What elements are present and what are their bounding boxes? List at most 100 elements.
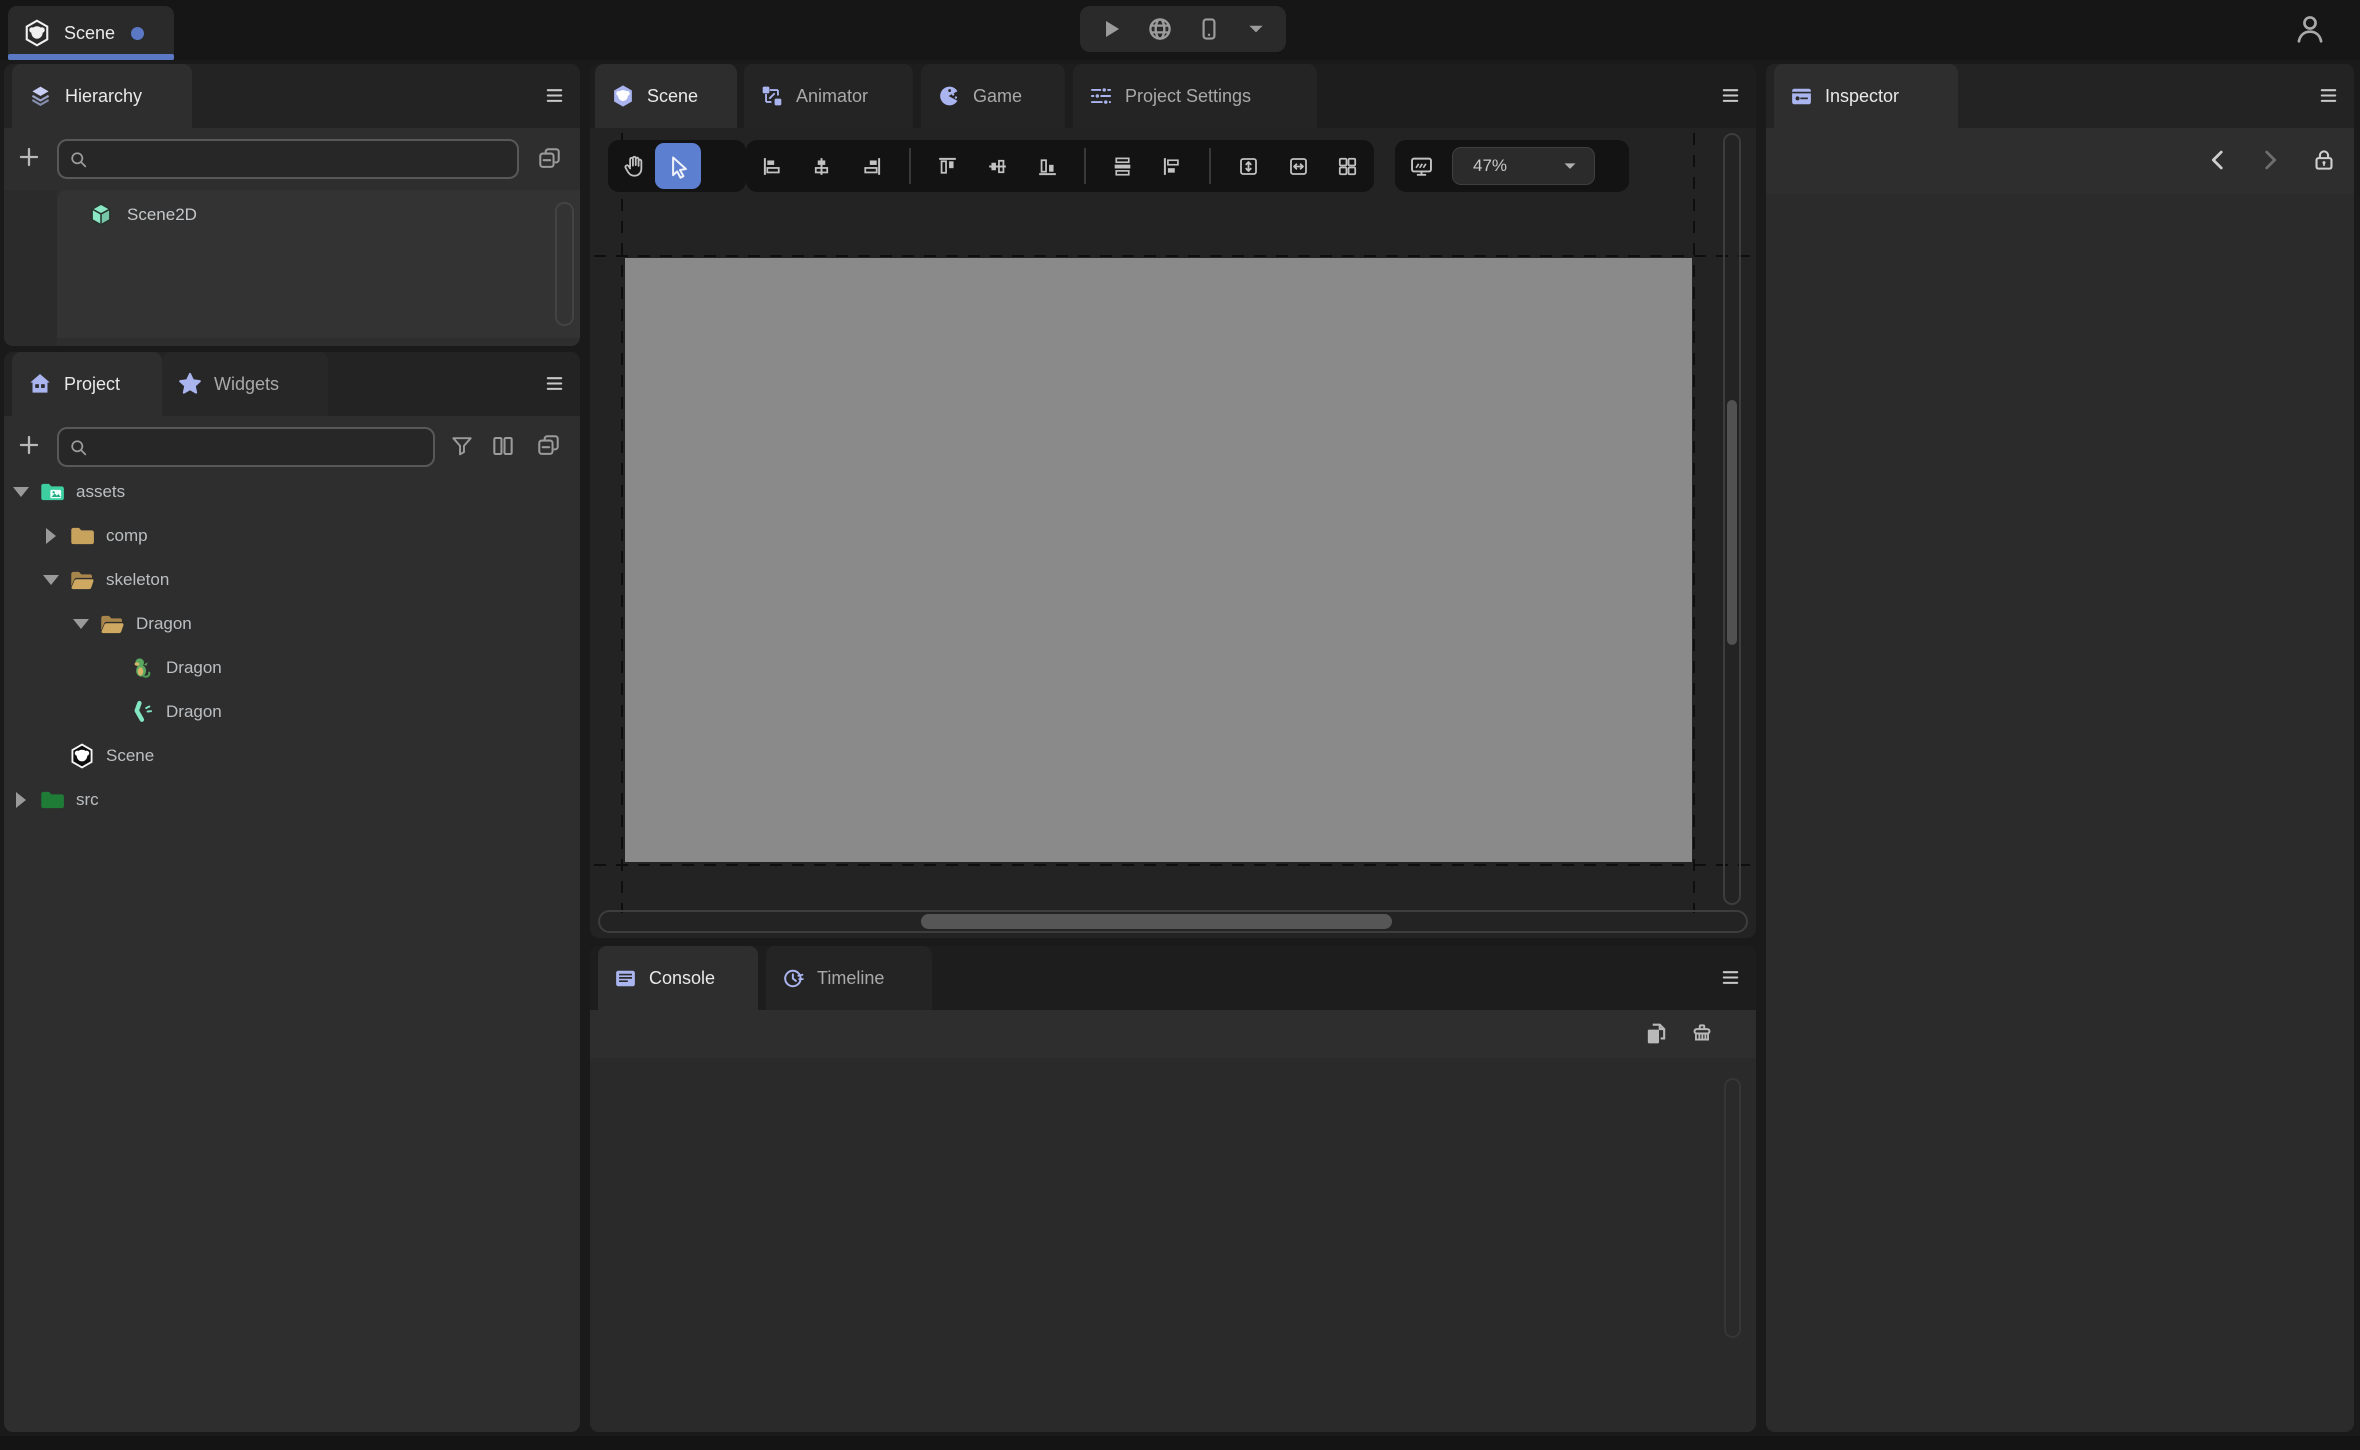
align-right-button[interactable]: [851, 143, 893, 189]
align-top-button[interactable]: [926, 143, 968, 189]
active-tab-underline: [8, 54, 174, 60]
play-icon[interactable]: [1098, 16, 1124, 42]
viewport-tabbar: Scene Animator Game Project Settings: [590, 64, 1756, 128]
align-center-vertical-button[interactable]: [801, 143, 843, 189]
display-pill: 47%: [1395, 140, 1629, 192]
tree-row-dragon-folder[interactable]: Dragon: [4, 602, 580, 646]
titlebar-scene-tab[interactable]: Scene: [8, 6, 174, 60]
viewport-vscroll-thumb[interactable]: [1727, 400, 1737, 645]
tab-timeline[interactable]: Timeline: [766, 946, 932, 1010]
zoom-level-dropdown[interactable]: 47%: [1452, 147, 1595, 185]
viewport-hscroll-thumb[interactable]: [921, 914, 1392, 929]
panel-menu-icon[interactable]: [543, 372, 566, 395]
hierarchy-search[interactable]: [57, 139, 519, 179]
console-log-area[interactable]: [590, 1058, 1756, 1432]
tab-animator[interactable]: Animator: [744, 64, 913, 128]
chevron-collapsed-icon[interactable]: [46, 528, 56, 544]
add-entity-button[interactable]: [16, 144, 42, 170]
project-header: Project Widgets: [4, 352, 580, 416]
user-account-button[interactable]: [2292, 11, 2328, 47]
hierarchy-search-input[interactable]: [95, 149, 517, 169]
collapse-all-icon[interactable]: [536, 145, 563, 172]
add-asset-button[interactable]: [16, 432, 42, 458]
project-search[interactable]: [57, 427, 435, 467]
inspector-panel: Inspector: [1766, 64, 2354, 1432]
console-scrollbar[interactable]: [1724, 1078, 1741, 1338]
select-cursor-tool[interactable]: [655, 143, 701, 189]
tab-widgets[interactable]: Widgets: [162, 352, 328, 416]
folder-open-icon: [98, 610, 126, 638]
chevron-expanded-icon[interactable]: [73, 619, 89, 629]
tab-project[interactable]: Project: [12, 352, 162, 416]
canvas-guide-top: [594, 255, 1752, 257]
panel-menu-icon[interactable]: [543, 84, 566, 107]
tab-game[interactable]: Game: [921, 64, 1065, 128]
tree-row-dragon-sprite[interactable]: Dragon: [4, 646, 580, 690]
display-monitor-button[interactable]: [1400, 143, 1442, 189]
globe-icon[interactable]: [1146, 15, 1174, 43]
hierarchy-toolbar: [4, 128, 580, 190]
tree-row-assets[interactable]: assets: [4, 470, 580, 514]
toolbar-separator: [1084, 148, 1086, 184]
project-search-input[interactable]: [95, 437, 433, 457]
align-bottom-button[interactable]: [1026, 143, 1068, 189]
console-tabbar: Console Timeline: [590, 946, 1756, 1010]
hierarchy-header: Hierarchy: [4, 64, 580, 128]
inspector-header: Inspector: [1766, 64, 2354, 128]
chevron-collapsed-icon[interactable]: [16, 792, 26, 808]
tab-hierarchy[interactable]: Hierarchy: [12, 64, 192, 128]
search-icon: [68, 437, 89, 458]
viewport-body[interactable]: 47%: [590, 128, 1756, 938]
chevron-expanded-icon[interactable]: [13, 487, 29, 497]
game-pacman-icon: [936, 83, 962, 109]
tree-row-src[interactable]: src: [4, 778, 580, 822]
copy-icon[interactable]: [1642, 1020, 1670, 1048]
inspector-toolbar: [1766, 128, 2354, 194]
panel-menu-icon[interactable]: [1719, 84, 1742, 107]
collapse-all-icon[interactable]: [535, 432, 562, 459]
lock-icon[interactable]: [2310, 146, 2338, 174]
hierarchy-scrollbar[interactable]: [555, 202, 574, 326]
preview-controls: [1080, 6, 1286, 52]
pan-hand-tool[interactable]: [613, 143, 655, 189]
filter-funnel-icon[interactable]: [449, 433, 475, 459]
tree-row-scene-asset[interactable]: Scene: [4, 734, 580, 778]
console-panel: Console Timeline: [590, 946, 1756, 1432]
forward-chevron-icon[interactable]: [2256, 146, 2284, 174]
hierarchy-panel: Hierarchy Scene2D: [4, 64, 580, 346]
scene-hexagon-icon: [610, 83, 636, 109]
engine-logo-icon: [22, 18, 52, 48]
distribute-horizontal-button[interactable]: [1152, 143, 1194, 189]
distribute-vertical-button[interactable]: [1102, 143, 1144, 189]
tree-row-comp[interactable]: comp: [4, 514, 580, 558]
tree-row-skeleton[interactable]: skeleton: [4, 558, 580, 602]
align-pill: [746, 140, 1374, 192]
chevron-down-icon[interactable]: [1244, 17, 1268, 41]
tab-project-settings[interactable]: Project Settings: [1073, 64, 1317, 128]
tile-grid-button[interactable]: [1327, 143, 1369, 189]
src-folder-icon: [38, 786, 66, 814]
columns-view-icon[interactable]: [490, 433, 516, 459]
stretch-horizontal-button[interactable]: [1277, 143, 1319, 189]
tab-inspector[interactable]: Inspector: [1774, 64, 1958, 128]
panel-menu-icon[interactable]: [1719, 966, 1742, 989]
distribute-horizontal-icon: [1160, 154, 1185, 179]
window-bottom-edge: [0, 1436, 2360, 1450]
scene-canvas[interactable]: [625, 258, 1692, 862]
align-middle-button[interactable]: [976, 143, 1018, 189]
stretch-vertical-button[interactable]: [1227, 143, 1269, 189]
canvas-guide-right: [1693, 133, 1695, 913]
tab-console[interactable]: Console: [598, 946, 758, 1010]
back-chevron-icon[interactable]: [2204, 146, 2232, 174]
folder-icon: [68, 522, 96, 550]
mobile-icon[interactable]: [1196, 16, 1222, 42]
align-left-button[interactable]: [751, 143, 793, 189]
inspector-content: [1766, 194, 2354, 1432]
clear-brush-icon[interactable]: [1688, 1020, 1716, 1048]
panel-menu-icon[interactable]: [2317, 84, 2340, 107]
tree-row-dragon-skeleton[interactable]: Dragon: [4, 690, 580, 734]
tab-scene[interactable]: Scene: [595, 64, 737, 128]
chevron-expanded-icon[interactable]: [43, 575, 59, 585]
hierarchy-tree: Scene2D: [57, 190, 580, 338]
hierarchy-node-scene2d[interactable]: Scene2D: [57, 190, 580, 229]
